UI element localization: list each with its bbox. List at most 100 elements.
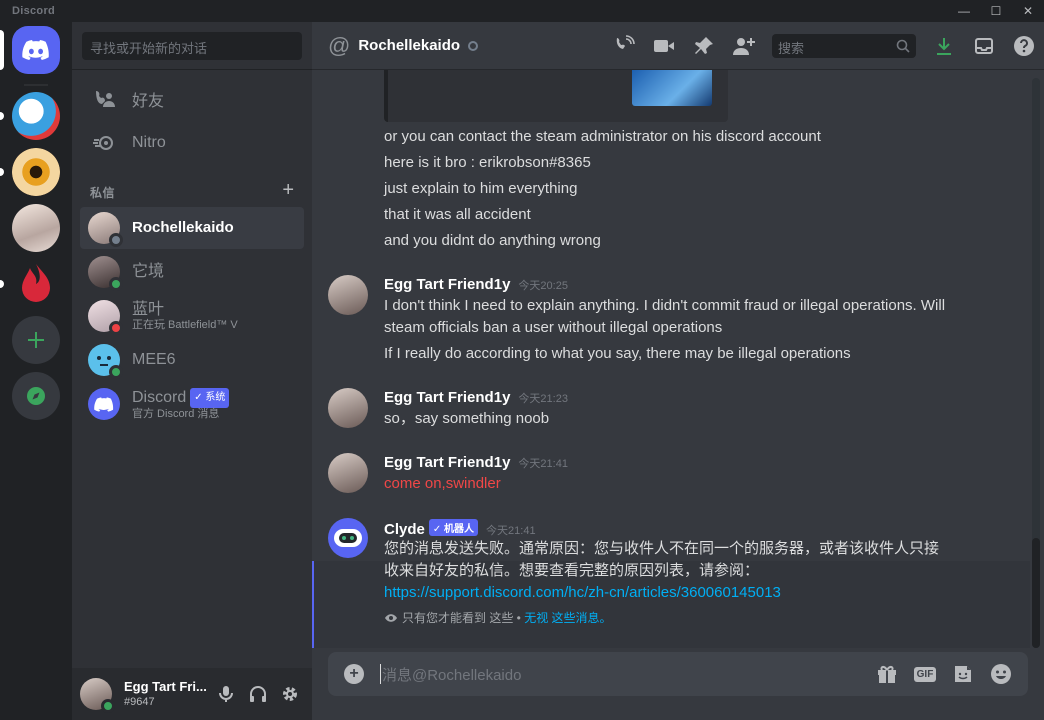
emoji-button[interactable]	[982, 652, 1020, 696]
explore-servers-button[interactable]	[12, 372, 60, 420]
message-composer[interactable]: + 消息@Rochellekaido GIF	[328, 652, 1028, 696]
avatar	[88, 212, 123, 247]
active-indicator	[0, 30, 4, 70]
message-line: 收来自好友的私信。想要查看完整的原因列表，请参阅：	[384, 562, 760, 579]
nitro-icon	[88, 127, 120, 159]
add-friends-to-dm-button[interactable]	[724, 22, 764, 70]
embed-image	[632, 70, 712, 106]
minimize-button[interactable]: —	[948, 0, 980, 22]
discord-app: Discord — ☐ ✕ 寻找或开始新的对话 好友 Nitro 私信 + Ro…	[0, 0, 1044, 720]
clyde-avatar[interactable]	[328, 518, 368, 558]
window-controls: — ☐ ✕	[948, 0, 1044, 22]
help-icon	[1014, 36, 1034, 56]
support-link[interactable]: https://support.discord.com/hc/zh-cn/art…	[384, 582, 781, 604]
search-placeholder: 搜索	[778, 41, 805, 56]
phone-call-icon	[616, 35, 635, 49]
embed	[384, 70, 728, 122]
video-camera-icon	[654, 40, 674, 52]
scrollbar[interactable]	[1032, 78, 1040, 648]
timestamp: 今天21:23	[518, 393, 568, 405]
text-cursor	[380, 664, 381, 684]
help-button[interactable]	[1004, 22, 1044, 70]
timestamp: 今天20:25	[518, 280, 568, 292]
avatar	[88, 300, 123, 335]
message-header: Egg Tart Friend1y 今天21:23	[384, 389, 568, 406]
mute-button[interactable]	[210, 682, 242, 706]
message-header: Egg Tart Friend1y 今天20:25	[384, 276, 568, 293]
deafen-button[interactable]	[242, 682, 274, 706]
dm-name: MEE6	[132, 351, 176, 368]
unread-indicator	[0, 112, 4, 120]
add-user-icon	[733, 38, 755, 55]
user-tag: #9647	[124, 696, 155, 708]
dm-item-2[interactable]: 它境	[80, 251, 304, 293]
user-avatar[interactable]	[80, 678, 115, 713]
scrollbar-thumb[interactable]	[1032, 538, 1040, 648]
gift-icon	[878, 666, 896, 683]
sticker-button[interactable]	[944, 652, 982, 696]
message-line: just explain to him everything	[384, 180, 578, 197]
avatar	[88, 344, 123, 379]
status-dot	[109, 365, 123, 379]
home-button[interactable]	[12, 26, 60, 74]
download-button[interactable]	[924, 22, 964, 70]
title-bar: Discord — ☐ ✕	[0, 0, 1044, 22]
author-name[interactable]: Clyde	[384, 521, 425, 538]
server-icon-4[interactable]	[12, 260, 60, 308]
gift-button[interactable]	[868, 652, 906, 696]
message-header: Clyde ✓ 机器人 今天21:41	[384, 519, 536, 538]
channel-header: @ Rochellekaido 搜索	[312, 22, 1044, 70]
message-line: that it was all accident	[384, 206, 531, 223]
at-icon: @	[328, 32, 351, 58]
author-avatar[interactable]	[328, 388, 368, 428]
friends-icon	[88, 83, 120, 115]
system-badge: ✓ 系统	[190, 387, 230, 408]
add-server-button[interactable]	[12, 316, 60, 364]
status-dot	[109, 233, 123, 247]
close-button[interactable]: ✕	[1012, 0, 1044, 22]
server-icon-2[interactable]	[12, 148, 60, 196]
gif-icon: GIF	[913, 666, 937, 682]
author-avatar[interactable]	[328, 275, 368, 315]
create-dm-button[interactable]: +	[282, 179, 294, 202]
upload-button[interactable]: +	[344, 664, 364, 684]
flame-logo-icon	[22, 264, 50, 302]
avatar	[88, 388, 120, 420]
dismiss-link[interactable]: 无视 这些消息。	[524, 611, 611, 625]
inbox-button[interactable]	[964, 22, 1004, 70]
server-icon-1[interactable]	[12, 92, 60, 140]
channel-search-input[interactable]: 搜索	[772, 34, 916, 58]
author-name[interactable]: Egg Tart Friend1y	[384, 276, 510, 293]
ephemeral-note: 只有您才能看到 这些 • 无视 这些消息。	[384, 607, 612, 629]
divider	[72, 69, 312, 70]
dm-item-rochellekaido[interactable]: Rochellekaido	[80, 207, 304, 249]
video-call-button[interactable]	[644, 22, 684, 70]
voice-call-button[interactable]	[604, 22, 644, 70]
dm-item-discord[interactable]: Discord ✓ 系统 官方 Discord 消息	[80, 383, 304, 425]
dm-item-3[interactable]: 蓝叶 正在玩 Battlefield™ V	[80, 295, 304, 337]
inbox-icon	[975, 38, 993, 54]
message-line: If I really do according to what you say…	[384, 345, 851, 362]
message-line: 您的消息发送失败。通常原因：您与收件人不在同一个的服务器，或者该收件人只接	[384, 540, 940, 557]
message-line: come on,swindler	[384, 475, 501, 492]
nitro-nav[interactable]: Nitro	[80, 122, 304, 164]
gif-button[interactable]: GIF	[906, 652, 944, 696]
dm-search-input[interactable]: 寻找或开始新的对话	[82, 32, 302, 60]
maximize-button[interactable]: ☐	[980, 0, 1012, 22]
message-line: here is it bro : erikrobson#8365	[384, 154, 591, 171]
dm-subtitle: 官方 Discord 消息	[132, 407, 220, 420]
pinned-messages-button[interactable]	[684, 22, 724, 70]
dm-item-mee6[interactable]: MEE6	[80, 339, 304, 381]
settings-button[interactable]	[274, 682, 306, 706]
sticker-icon	[955, 666, 971, 682]
search-icon	[896, 39, 910, 53]
author-avatar[interactable]	[328, 453, 368, 493]
eye-icon	[385, 614, 397, 622]
author-name[interactable]: Egg Tart Friend1y	[384, 454, 510, 471]
message-line: or you can contact the steam administrat…	[384, 128, 821, 145]
server-icon-3[interactable]	[12, 204, 60, 252]
server-rail	[0, 22, 72, 720]
author-name[interactable]: Egg Tart Friend1y	[384, 389, 510, 406]
friends-nav[interactable]: 好友	[80, 78, 304, 120]
clyde-robot-icon	[334, 529, 362, 547]
